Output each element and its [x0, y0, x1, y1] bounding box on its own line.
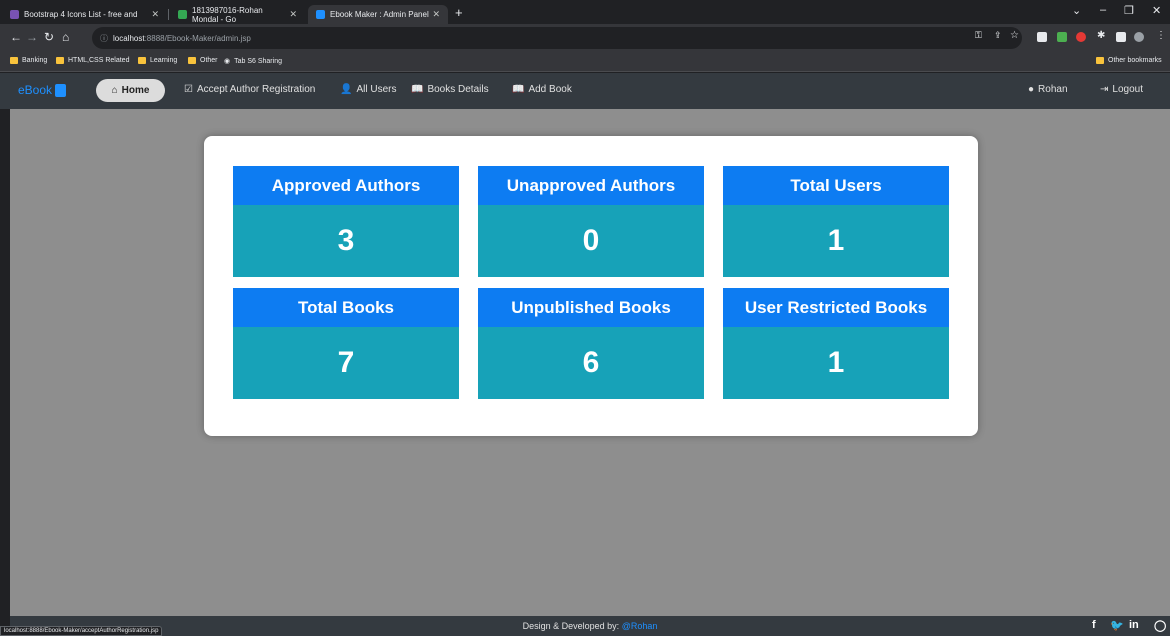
bootstrap-favicon-icon: [10, 10, 19, 19]
ebook-favicon-icon: [316, 10, 325, 19]
window-edge: [0, 109, 10, 636]
sidepanel-icon[interactable]: [1116, 32, 1126, 42]
drive-favicon-icon: [178, 10, 187, 19]
nav-all-users[interactable]: 👤 All Users: [340, 84, 396, 95]
page-footer: Design & Developed by: @Rohan f 🐦 in ◯: [10, 616, 1170, 636]
bookmark-other[interactable]: Other: [188, 57, 218, 64]
restore-icon[interactable]: ❐: [1124, 4, 1134, 17]
tab-title: Bootstrap 4 Icons List - free and: [24, 10, 138, 19]
profile-avatar-icon[interactable]: [1134, 32, 1144, 42]
folder-icon: [1096, 57, 1104, 64]
extension-icon[interactable]: [1037, 32, 1047, 42]
close-tab-icon[interactable]: ✕: [432, 9, 440, 20]
brand-logo[interactable]: eBook: [18, 83, 67, 97]
stat-value: 1: [723, 205, 949, 277]
minimize-icon[interactable]: –: [1100, 4, 1106, 16]
address-bar[interactable]: ⓘ localhost :8888/Ebook-Maker/admin.jsp: [92, 27, 1022, 49]
stats-panel: Approved Authors 3 Unapproved Authors 0 …: [204, 136, 978, 436]
menu-kebab-icon[interactable]: ⋮: [1156, 30, 1166, 41]
stat-card-user-restricted-books: User Restricted Books 1: [723, 288, 949, 399]
stat-label: Total Users: [723, 166, 949, 205]
bookmark-tab-s6[interactable]: ◉ Tab S6 Sharing: [224, 57, 282, 66]
stat-label: Unpublished Books: [478, 288, 704, 327]
house-icon: ⌂: [111, 85, 118, 96]
facebook-icon[interactable]: f: [1092, 619, 1096, 631]
tab-title: Ebook Maker : Admin Panel: [330, 10, 429, 19]
puzzle-icon[interactable]: ✱: [1097, 30, 1105, 41]
stat-label: Total Books: [233, 288, 459, 327]
tab-search-icon[interactable]: ⌄: [1072, 4, 1081, 17]
folder-icon: [10, 57, 18, 64]
url-path: :8888/Ebook-Maker/admin.jsp: [144, 33, 251, 43]
bookmark-html-css[interactable]: HTML,CSS Related: [56, 57, 129, 64]
stat-value: 7: [233, 327, 459, 399]
new-tab-icon[interactable]: +: [455, 5, 463, 20]
logout-icon: ⇥: [1100, 84, 1109, 95]
open-book-icon: 📖: [512, 84, 525, 95]
stat-card-unapproved-authors: Unapproved Authors 0: [478, 166, 704, 277]
linkedin-icon[interactable]: in: [1129, 619, 1139, 631]
star-icon[interactable]: ☆: [1010, 30, 1019, 41]
tab-title: 1813987016-Rohan Mondal - Go: [192, 5, 263, 24]
stat-card-approved-authors: Approved Authors 3: [233, 166, 459, 277]
bookmark-learning[interactable]: Learning: [138, 57, 177, 64]
nav-add-book[interactable]: 📖 Add Book: [512, 84, 572, 95]
home-icon[interactable]: ⌂: [62, 30, 69, 44]
browser-toolbar: ← → ↻ ⌂ ⓘ localhost :8888/Ebook-Maker/ad…: [0, 24, 1170, 52]
twitter-icon[interactable]: 🐦: [1110, 619, 1124, 632]
app-navbar: eBook ⌂ Home ☑ Accept Author Registratio…: [0, 73, 1170, 109]
browser-tab-strip: Bootstrap 4 Icons List - free and ✕ 1813…: [0, 0, 1170, 24]
close-tab-icon[interactable]: ✕: [151, 9, 159, 20]
book-icon: [55, 83, 67, 97]
stat-label: Unapproved Authors: [478, 166, 704, 205]
stat-card-total-books: Total Books 7: [233, 288, 459, 399]
stat-label: User Restricted Books: [723, 288, 949, 327]
person-icon: 👤: [340, 84, 353, 95]
extension-icon[interactable]: [1057, 32, 1067, 42]
folder-icon: [188, 57, 196, 64]
folder-icon: [138, 57, 146, 64]
nav-home-button[interactable]: ⌂ Home: [96, 79, 165, 102]
stat-label: Approved Authors: [233, 166, 459, 205]
bookmarks-bar: Banking HTML,CSS Related Learning Other …: [0, 52, 1170, 72]
footer-author-link[interactable]: @Rohan: [622, 621, 658, 631]
share-icon[interactable]: ⇪: [994, 30, 1002, 41]
stat-card-total-users: Total Users 1: [723, 166, 949, 277]
extension-icon[interactable]: [1076, 32, 1086, 42]
close-tab-icon[interactable]: ✕: [289, 9, 297, 20]
nav-user-profile[interactable]: ● Rohan: [1028, 84, 1068, 95]
github-icon[interactable]: ◯: [1154, 619, 1166, 632]
key-icon[interactable]: ⚿: [975, 30, 982, 41]
open-book-icon: 📖: [411, 84, 424, 95]
back-icon[interactable]: ←: [10, 30, 22, 44]
footer-credit: Design & Developed by: @Rohan: [522, 621, 658, 631]
status-bar-url: localhost:8888/Ebook-Maker/acceptAuthorR…: [0, 626, 163, 636]
reload-icon[interactable]: ↻: [44, 30, 54, 44]
user-circle-icon: ●: [1028, 84, 1035, 95]
stat-card-unpublished-books: Unpublished Books 6: [478, 288, 704, 399]
info-icon: ⓘ: [100, 33, 108, 43]
bookmark-banking[interactable]: Banking: [10, 57, 47, 64]
window-close-icon[interactable]: ✕: [1152, 4, 1161, 17]
stat-value: 6: [478, 327, 704, 399]
main-content: Approved Authors 3 Unapproved Authors 0 …: [10, 109, 1170, 616]
other-bookmarks[interactable]: Other bookmarks: [1096, 57, 1162, 64]
folder-icon: [56, 57, 64, 64]
nav-accept-author-registration[interactable]: ☑ Accept Author Registration: [184, 84, 315, 95]
browser-tab[interactable]: Bootstrap 4 Icons List - free and ✕: [2, 5, 167, 24]
globe-icon: ◉: [224, 58, 231, 65]
check-square-icon: ☑: [184, 84, 193, 95]
nav-books-details[interactable]: 📖 Books Details: [411, 84, 489, 95]
forward-icon[interactable]: →: [26, 30, 38, 44]
nav-logout[interactable]: ⇥ Logout: [1100, 84, 1143, 95]
stat-value: 0: [478, 205, 704, 277]
browser-tab-active[interactable]: Ebook Maker : Admin Panel ✕: [308, 5, 448, 24]
stat-value: 1: [723, 327, 949, 399]
url-host: localhost: [113, 33, 145, 43]
stat-value: 3: [233, 205, 459, 277]
browser-tab[interactable]: 1813987016-Rohan Mondal - Go ✕: [170, 5, 305, 24]
